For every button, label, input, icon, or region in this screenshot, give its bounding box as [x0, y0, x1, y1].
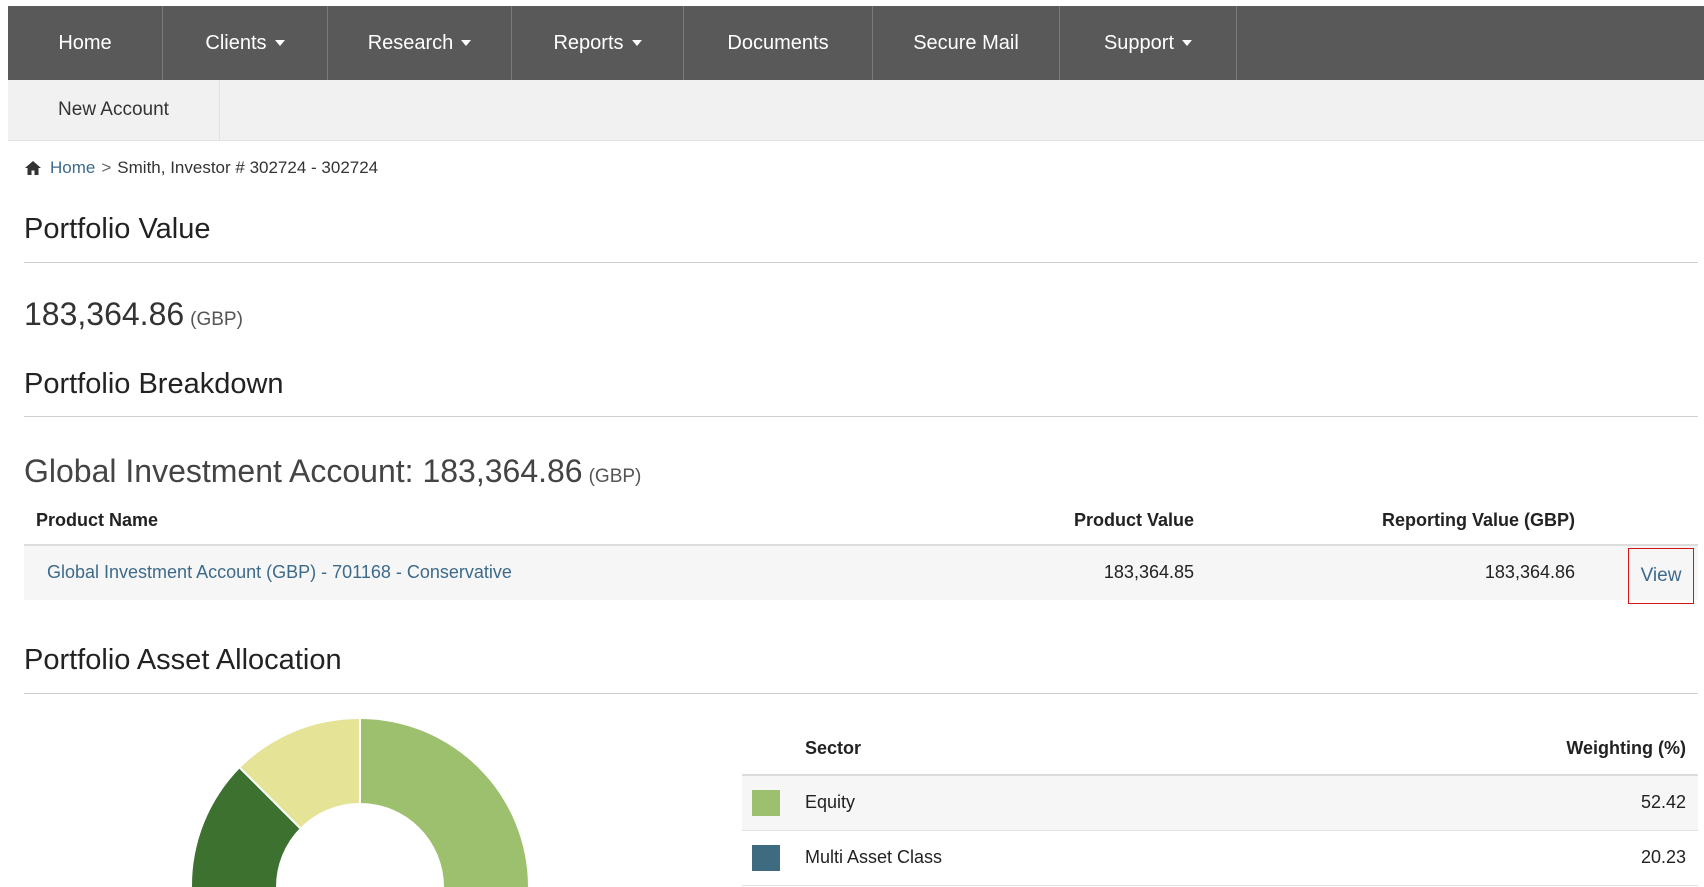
table-header: Product Name Product Value Reporting Val… [24, 500, 1698, 546]
nav-home[interactable]: Home [8, 6, 163, 80]
asset-allocation-table: Sector Weighting (%) Equity 52.42 Multi … [742, 726, 1698, 886]
nav-support[interactable]: Support [1060, 6, 1237, 80]
table-body: Equity 52.42 Multi Asset Class 20.23 [742, 776, 1698, 886]
column-header-weighting: Weighting (%) [1566, 738, 1686, 758]
table-row: Equity 52.42 [742, 776, 1698, 831]
column-header-product-name: Product Name [36, 510, 159, 530]
chevron-down-icon [1182, 40, 1193, 46]
portfolio-value-currency: (GBP) [190, 309, 243, 330]
column-header-sector: Sector [805, 738, 862, 758]
column-header-product-value: Product Value [1073, 510, 1194, 530]
account-currency: (GBP) [588, 466, 642, 487]
table-row: Global Investment Account (GBP) - 701168… [24, 546, 1698, 604]
nav-new-account[interactable]: New Account [8, 80, 220, 140]
chevron-down-icon [274, 40, 285, 46]
sector-name: Equity [805, 792, 856, 812]
breadcrumb-current: Smith, Investor # 302724 - 302724 [117, 158, 379, 177]
nav-documents-label: Documents [727, 31, 829, 54]
breadcrumb-home-link[interactable]: Home [50, 158, 95, 178]
asset-allocation-donut-chart [191, 718, 528, 887]
reporting-value: 183,364.86 [1484, 562, 1575, 582]
asset-allocation-heading: Portfolio Asset Allocation [24, 644, 342, 676]
sub-nav: New Account [8, 80, 1704, 141]
table-row: Multi Asset Class 20.23 [742, 831, 1698, 886]
home-icon[interactable] [24, 160, 42, 176]
table-header: Sector Weighting (%) [742, 726, 1698, 776]
main-nav: Home Clients Research Reports Documents … [8, 6, 1704, 80]
account-name: Global Investment Account: 183,364.86 [24, 453, 583, 489]
nav-home-label: Home [58, 31, 112, 54]
portfolio-breakdown-heading: Portfolio Breakdown [24, 368, 284, 400]
chevron-down-icon [631, 40, 642, 46]
legend-swatch-equity [752, 790, 780, 816]
nav-reports-label: Reports [553, 31, 624, 54]
product-table: Product Name Product Value Reporting Val… [24, 500, 1698, 604]
portfolio-value-number: 183,364.86 [24, 296, 185, 332]
nav-documents[interactable]: Documents [684, 6, 873, 80]
nav-reports[interactable]: Reports [512, 6, 684, 80]
divider [24, 693, 1698, 694]
account-title: Global Investment Account: 183,364.86 (GB… [24, 453, 641, 490]
breadcrumb: Home > Smith, Investor # 302724 - 302724 [24, 158, 378, 178]
sector-weighting: 52.42 [1640, 792, 1686, 812]
product-name-link[interactable]: Global Investment Account (GBP) - 701168… [47, 562, 512, 583]
portfolio-value-amount: 183,364.86 (GBP) [24, 296, 243, 333]
nav-clients-label: Clients [205, 31, 267, 54]
donut-segment-equity[interactable] [360, 719, 528, 887]
divider [24, 262, 1698, 263]
column-header-reporting-value: Reporting Value (GBP) [1381, 510, 1575, 530]
divider [24, 416, 1698, 417]
nav-secure-mail-label: Secure Mail [913, 31, 1019, 54]
view-button[interactable]: View [1628, 548, 1694, 604]
nav-secure-mail[interactable]: Secure Mail [873, 6, 1060, 80]
nav-research-label: Research [367, 31, 454, 54]
portfolio-value-heading: Portfolio Value [24, 213, 211, 245]
breadcrumb-separator: > [101, 158, 112, 177]
product-value: 183,364.85 [1103, 562, 1194, 582]
sector-name: Multi Asset Class [805, 847, 943, 867]
nav-support-label: Support [1103, 31, 1175, 54]
chevron-down-icon [461, 40, 472, 46]
sector-weighting: 20.23 [1640, 847, 1686, 867]
nav-clients[interactable]: Clients [163, 6, 328, 80]
legend-swatch-multi-asset [752, 845, 780, 871]
nav-research[interactable]: Research [328, 6, 512, 80]
